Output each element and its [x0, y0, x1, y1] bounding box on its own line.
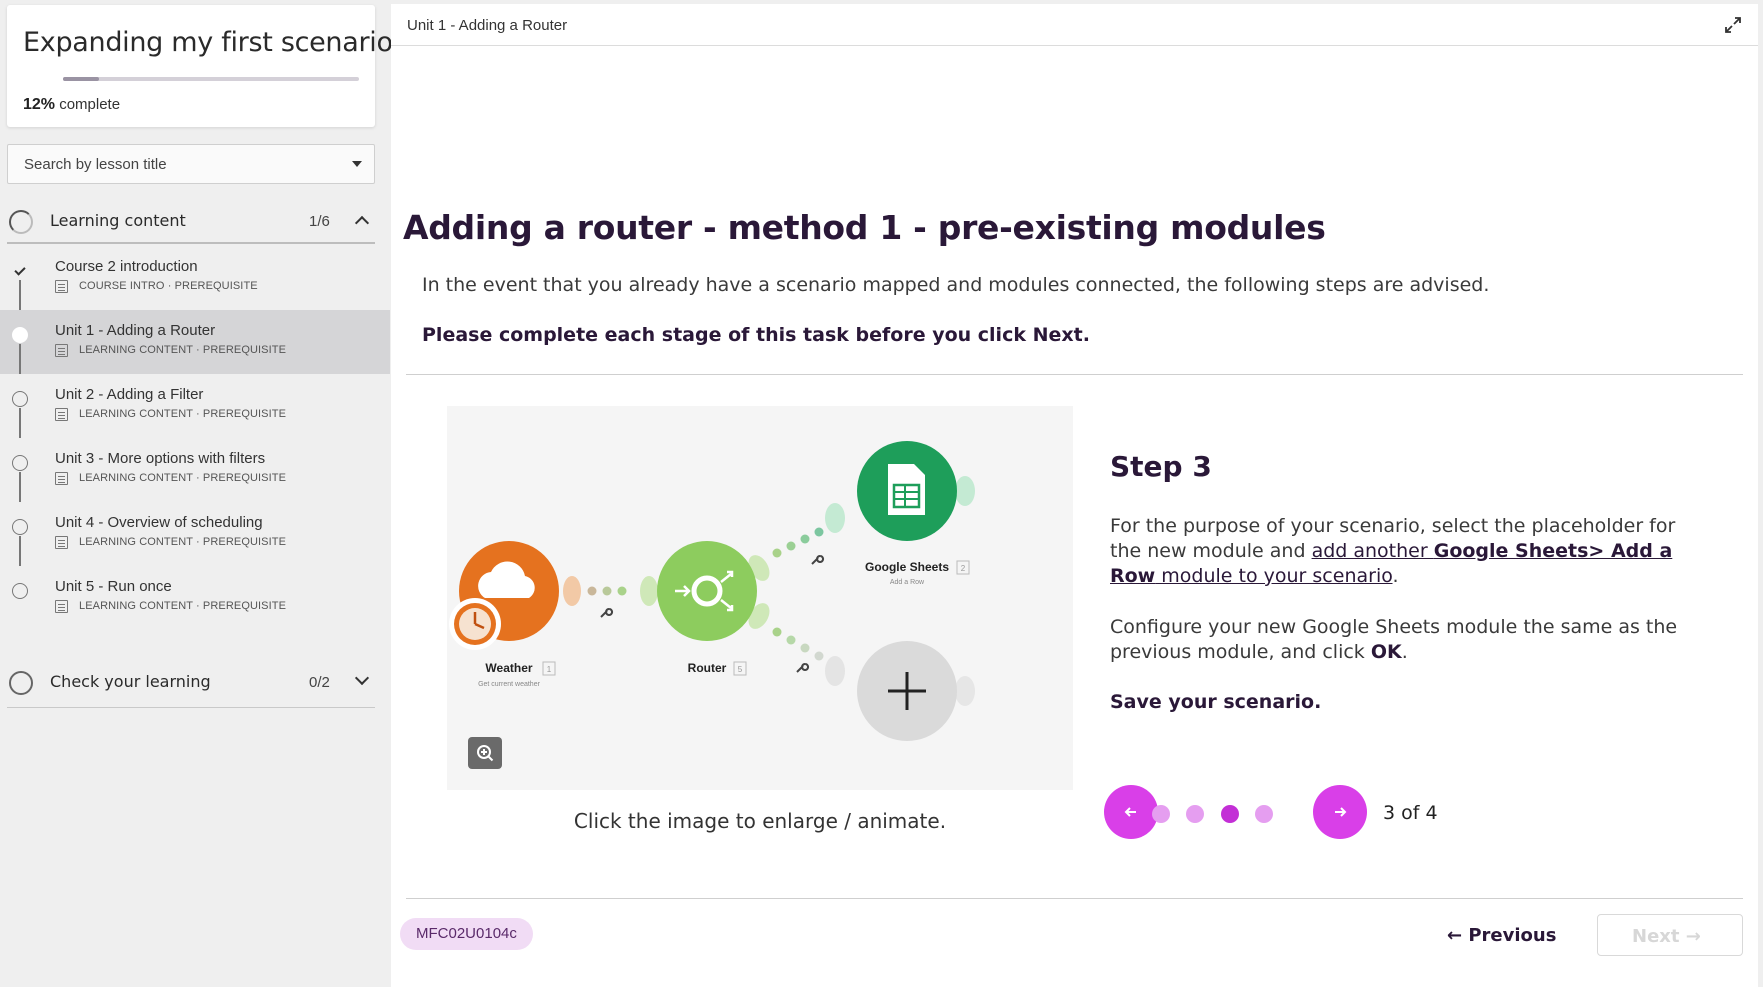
- document-icon: [55, 408, 68, 421]
- svg-text:Add a Row: Add a Row: [890, 579, 925, 586]
- divider: [406, 374, 1743, 375]
- progress-bar-fill: [63, 77, 99, 81]
- section-count: 1/6: [309, 213, 330, 230]
- carousel-dot-1[interactable]: [1152, 805, 1170, 823]
- lesson-title: Unit 4 - Overview of scheduling: [55, 514, 263, 531]
- course-sidebar: Expanding my first scenario 12% complete…: [0, 0, 393, 987]
- section-label: Check your learning: [50, 672, 211, 691]
- lesson-title: Course 2 introduction: [55, 258, 198, 275]
- timeline-connector: [19, 344, 21, 374]
- next-button-label: Next →: [1632, 926, 1701, 947]
- weather-module-label: Weather: [485, 661, 532, 675]
- step-paragraph-1: For the purpose of your scenario, select…: [1110, 515, 1676, 587]
- section-progress-ring: [9, 210, 33, 234]
- timeline-connector: [19, 472, 21, 502]
- lesson-search-select[interactable]: Search by lesson title: [7, 144, 375, 184]
- lesson-item-unit-4[interactable]: Unit 4 - Overview of scheduling LEARNING…: [0, 502, 390, 566]
- search-placeholder: Search by lesson title: [24, 156, 167, 173]
- scenario-diagram-image[interactable]: Weather 1 Get current weather Router 5 G…: [447, 406, 1073, 790]
- section-count: 0/2: [309, 674, 330, 691]
- lesson-item-unit-1[interactable]: Unit 1 - Adding a Router LEARNING CONTEN…: [0, 310, 390, 374]
- progress-percent: 12%: [23, 96, 56, 113]
- document-icon: [55, 600, 68, 613]
- zoom-in-icon[interactable]: [468, 737, 502, 769]
- lesson-status-node: [12, 583, 28, 599]
- lesson-meta-text: LEARNING CONTENT · PREREQUISITE: [79, 408, 287, 420]
- breadcrumb: Unit 1 - Adding a Router: [407, 17, 568, 34]
- step-paragraph-3: Save your scenario.: [1110, 691, 1322, 713]
- carousel-dot-3[interactable]: [1221, 805, 1239, 823]
- lesson-status-node: [12, 519, 28, 535]
- lesson-meta-text: LEARNING CONTENT · PREREQUISITE: [79, 600, 287, 612]
- svg-text:5: 5: [738, 665, 743, 674]
- lesson-title: Unit 1 - Adding a Router: [55, 322, 216, 339]
- document-icon: [55, 344, 68, 357]
- lesson-title: Unit 5 - Run once: [55, 578, 172, 595]
- course-progress-card: Expanding my first scenario 12% complete: [7, 5, 393, 127]
- carousel-prev-button[interactable]: [1104, 785, 1158, 839]
- section-label: Learning content: [50, 211, 186, 230]
- carousel-dot-2[interactable]: [1186, 805, 1204, 823]
- lesson-meta-text: LEARNING CONTENT · PREREQUISITE: [79, 344, 287, 356]
- timeline-connector: [19, 280, 21, 310]
- sheets-module-label: Google Sheets: [865, 560, 949, 574]
- chevron-up-icon[interactable]: [354, 215, 370, 231]
- svg-text:2: 2: [961, 564, 966, 573]
- document-icon: [55, 280, 68, 293]
- lesson-list: Course 2 introduction COURSE INTRO · PRE…: [0, 246, 390, 630]
- check-icon: [12, 263, 28, 279]
- lesson-instruction: Please complete each stage of this task …: [422, 324, 1090, 346]
- progress-text: 12% complete: [23, 96, 120, 114]
- svg-text:1: 1: [547, 665, 552, 674]
- timeline-connector: [19, 536, 21, 566]
- arrow-right-icon: [1335, 807, 1347, 817]
- image-caption: Click the image to enlarge / animate.: [573, 809, 947, 833]
- section-check-your-learning[interactable]: Check your learning 0/2: [7, 656, 375, 708]
- previous-button[interactable]: ← Previous: [1447, 925, 1556, 946]
- timeline-connector: [19, 408, 21, 438]
- lesson-item-unit-3[interactable]: Unit 3 - More options with filters LEARN…: [0, 438, 390, 502]
- lesson-title: Unit 3 - More options with filters: [55, 450, 266, 467]
- lesson-meta-text: LEARNING CONTENT · PREREQUISITE: [79, 472, 287, 484]
- arrow-left-icon: [1124, 807, 1136, 817]
- carousel-counter: 3 of 4: [1383, 802, 1438, 824]
- progress-suffix: complete: [59, 96, 121, 113]
- lesson-topbar: Unit 1 - Adding a Router: [391, 4, 1758, 46]
- lesson-status-node: [12, 391, 28, 407]
- lesson-content-panel: Unit 1 - Adding a Router Adding a router…: [391, 4, 1758, 987]
- document-icon: [55, 536, 68, 549]
- step-paragraph-2: Configure your new Google Sheets module …: [1110, 616, 1678, 663]
- router-module-label: Router: [688, 661, 727, 675]
- scenario-diagram: Weather 1 Get current weather Router 5 G…: [449, 441, 975, 741]
- document-icon: [55, 472, 68, 485]
- progress-bar: [63, 77, 359, 81]
- svg-text:Get current weather: Get current weather: [478, 681, 541, 688]
- lesson-intro: In the event that you already have a sce…: [422, 274, 1490, 296]
- lesson-item-unit-2[interactable]: Unit 2 - Adding a Filter LEARNING CONTEN…: [0, 374, 390, 438]
- section-progress-ring: [9, 671, 33, 695]
- lesson-item-unit-5[interactable]: Unit 5 - Run once LEARNING CONTENT · PRE…: [0, 566, 390, 630]
- carousel-next-button[interactable]: [1313, 785, 1367, 839]
- expand-icon[interactable]: [1724, 16, 1742, 34]
- lesson-heading: Adding a router - method 1 - pre-existin…: [403, 208, 1326, 247]
- course-title: Expanding my first scenario: [23, 27, 393, 58]
- lesson-meta-text: LEARNING CONTENT · PREREQUISITE: [79, 536, 287, 548]
- lesson-status-node: [12, 327, 28, 343]
- divider: [406, 898, 1743, 899]
- lesson-status-node: [12, 455, 28, 471]
- chevron-down-icon[interactable]: [354, 670, 370, 686]
- carousel-dot-4[interactable]: [1255, 805, 1273, 823]
- lesson-title: Unit 2 - Adding a Filter: [55, 386, 204, 403]
- step-title: Step 3: [1110, 450, 1212, 483]
- next-button[interactable]: Next →: [1597, 914, 1743, 956]
- wrench-icon: [600, 608, 614, 618]
- caret-down-icon: [352, 161, 362, 167]
- section-learning-content[interactable]: Learning content 1/6: [7, 198, 375, 244]
- lesson-meta-text: COURSE INTRO · PREREQUISITE: [79, 280, 258, 292]
- lesson-code-badge: MFC02U0104c: [400, 918, 533, 950]
- lesson-item-course-intro[interactable]: Course 2 introduction COURSE INTRO · PRE…: [0, 246, 390, 310]
